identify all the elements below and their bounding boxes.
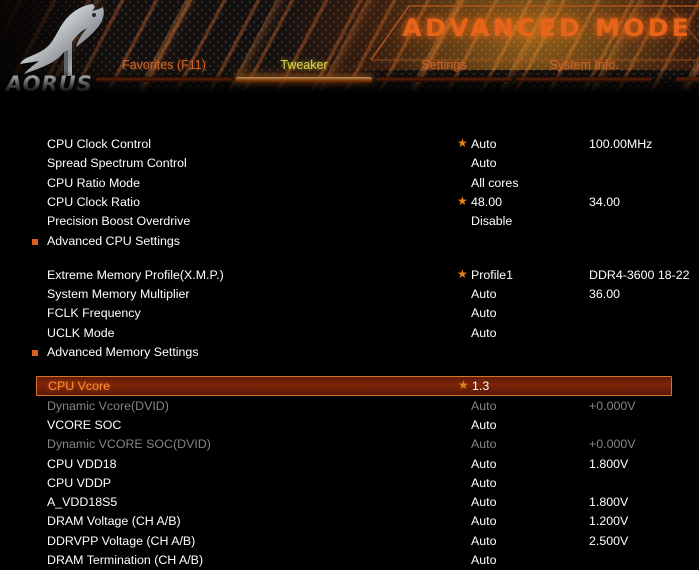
settings-row[interactable]: FCLK Frequency Auto — [0, 304, 699, 323]
settings-row-label: CPU Clock Ratio — [47, 194, 140, 209]
settings-row-value[interactable]: Auto — [471, 285, 497, 304]
settings-row-detail: 100.00MHz — [589, 137, 653, 151]
settings-row[interactable]: System Memory Multiplier Auto 36.00 — [0, 285, 699, 304]
settings-row-value[interactable]: Auto — [471, 551, 497, 570]
settings-row-label: Advanced Memory Settings — [47, 345, 199, 359]
settings-row[interactable]: ★ CPU Clock Control Auto 100.00MHz — [0, 135, 699, 154]
settings-row-detail: +0.000V — [589, 398, 636, 413]
settings-row[interactable]: ★ Extreme Memory Profile(X.M.P.) Profile1 D… — [0, 266, 699, 285]
settings-row-value[interactable]: Auto — [471, 135, 497, 154]
settings-row-label: CPU VDD18 — [47, 456, 117, 471]
advanced-mode-title: ADVANCED MODE — [402, 14, 693, 42]
settings-row-detail: 34.00 — [589, 194, 621, 209]
settings-row-label: UCLK Mode — [47, 325, 115, 340]
settings-row-label: CPU Ratio Mode — [47, 175, 140, 190]
settings-row-value[interactable]: Disable — [471, 212, 512, 231]
settings-row-value[interactable]: 1.3 — [472, 377, 489, 396]
settings-row[interactable]: A_VDD18S5 Auto 1.800V — [0, 493, 699, 512]
settings-row-value[interactable]: Auto — [471, 474, 497, 493]
settings-row[interactable]: CPU VDD18 Auto 1.800V — [0, 455, 699, 474]
settings-row-label: FCLK Frequency — [47, 306, 141, 321]
settings-row-detail: DDR4-3600 18-22 — [589, 267, 690, 282]
settings-row[interactable]: Spread Spectrum Control Auto — [0, 154, 699, 173]
settings-row-label: CPU VDDP — [47, 475, 112, 490]
settings-row-value[interactable]: 48.00 — [471, 193, 502, 212]
app-header: ADVANCED MODE AORUS Favorites (F11) Twea… — [0, 0, 699, 96]
settings-row-value[interactable]: Auto — [471, 416, 497, 435]
settings-row-value[interactable]: All cores — [471, 174, 519, 193]
settings-row-label: Extreme Memory Profile(X.M.P.) — [47, 267, 224, 282]
settings-row-label: A_VDD18S5 — [47, 495, 118, 510]
settings-row[interactable]: CPU VDDP Auto — [0, 474, 699, 493]
settings-row-detail: +0.000V — [589, 437, 636, 452]
header-bottom-fade — [0, 70, 699, 96]
settings-row-label: DRAM Termination (CH A/B) — [47, 553, 204, 567]
settings-row-value[interactable]: Auto — [471, 493, 497, 512]
settings-row-label: System Memory Multiplier — [47, 287, 190, 302]
settings-row[interactable]: ★ CPU Clock Ratio 48.00 34.00 — [0, 193, 699, 212]
settings-row-label: VCORE SOC — [47, 417, 122, 432]
settings-row-value[interactable]: Auto — [471, 512, 497, 531]
settings-row[interactable]: DRAM Termination (CH A/B) Auto — [0, 551, 699, 570]
settings-list: ★ CPU Clock Control Auto 100.00MHz Spread Sp… — [0, 96, 699, 567]
modified-star-icon: ★ — [458, 378, 469, 393]
settings-row[interactable]: Precision Boost Overdrive Disable — [0, 212, 699, 231]
settings-row-label: Dynamic Vcore(DVID) — [47, 398, 169, 413]
settings-row[interactable]: ★ CPU Vcore 1.3 — [36, 376, 672, 397]
settings-row[interactable]: DRAM Voltage (CH A/B) Auto 1.200V — [0, 512, 699, 531]
settings-row-value[interactable]: Auto — [471, 532, 497, 551]
settings-row[interactable]: Advanced Memory Settings — [0, 343, 699, 362]
settings-row-value[interactable]: Auto — [471, 154, 497, 173]
settings-row[interactable]: CPU Ratio Mode All cores — [0, 174, 699, 193]
settings-row-value[interactable]: Profile1 — [471, 266, 513, 285]
settings-row-label: Precision Boost Overdrive — [47, 214, 191, 229]
modified-star-icon: ★ — [457, 193, 468, 208]
submenu-bullet-icon — [32, 238, 38, 245]
settings-row-label: Advanced CPU Settings — [47, 233, 180, 248]
modified-star-icon: ★ — [457, 136, 468, 150]
settings-row[interactable]: UCLK Mode Auto — [0, 324, 699, 343]
settings-row-value[interactable]: Auto — [471, 304, 497, 323]
settings-row-detail: 36.00 — [589, 287, 621, 302]
modified-star-icon: ★ — [457, 266, 468, 281]
settings-row-label: DRAM Voltage (CH A/B) — [47, 514, 181, 529]
settings-row-value[interactable]: Auto — [471, 324, 497, 343]
settings-row-detail: 2.500V — [589, 533, 629, 548]
settings-row-detail: 1.800V — [589, 456, 629, 471]
settings-row[interactable]: Advanced CPU Settings — [0, 232, 699, 251]
settings-row[interactable]: DDRVPP Voltage (CH A/B) Auto 2.500V — [0, 532, 699, 551]
settings-row-value[interactable]: Auto — [471, 455, 497, 474]
settings-row-label: Dynamic VCORE SOC(DVID) — [47, 437, 211, 452]
settings-row-label: CPU Vcore — [48, 379, 110, 394]
settings-row-label: CPU Clock Control — [47, 137, 151, 151]
settings-row-label: Spread Spectrum Control — [47, 156, 187, 171]
settings-row-label: DDRVPP Voltage (CH A/B) — [47, 533, 196, 548]
settings-row[interactable]: Dynamic VCORE SOC(DVID) Auto +0.000V — [0, 435, 699, 454]
settings-row-detail: 1.200V — [589, 514, 629, 529]
settings-row-value[interactable]: Auto — [471, 435, 497, 454]
settings-row[interactable]: VCORE SOC Auto — [0, 416, 699, 435]
settings-row-value[interactable]: Auto — [471, 397, 497, 416]
settings-row[interactable]: Dynamic Vcore(DVID) Auto +0.000V — [0, 397, 699, 416]
submenu-bullet-icon — [32, 350, 38, 356]
settings-row-detail: 1.800V — [589, 495, 629, 510]
